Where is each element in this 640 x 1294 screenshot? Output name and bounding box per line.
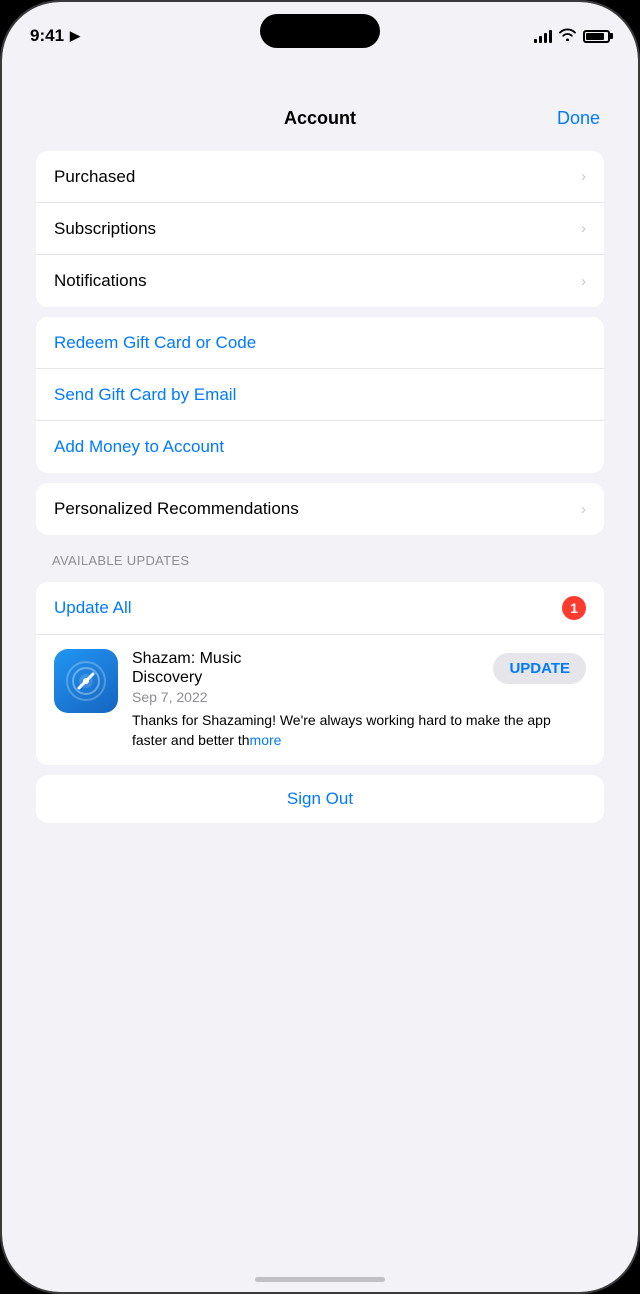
sign-out-button[interactable]: Sign Out: [36, 775, 604, 823]
purchased-label: Purchased: [54, 167, 135, 187]
modal-header: Account Done: [20, 92, 620, 141]
signal-icon: [534, 30, 552, 43]
app-date: Sep 7, 2022: [132, 689, 241, 705]
location-arrow-icon: ▶: [70, 28, 80, 44]
app-info: Shazam: MusicDiscovery Sep 7, 2022 UPDAT…: [132, 649, 586, 751]
app-update-row: Shazam: MusicDiscovery Sep 7, 2022 UPDAT…: [36, 635, 604, 765]
add-money-item[interactable]: Add Money to Account: [36, 421, 604, 473]
update-badge: 1: [562, 596, 586, 620]
subscriptions-item[interactable]: Subscriptions ›: [36, 203, 604, 255]
personalized-recommendations-label: Personalized Recommendations: [54, 499, 299, 519]
chevron-icon: ›: [581, 501, 586, 518]
notifications-label: Notifications: [54, 271, 147, 291]
status-time: 9:41 ▶: [30, 26, 80, 46]
send-gift-card-item[interactable]: Send Gift Card by Email: [36, 369, 604, 421]
wifi-icon: [559, 28, 576, 45]
purchased-item[interactable]: Purchased ›: [36, 151, 604, 203]
add-money-label: Add Money to Account: [54, 437, 224, 457]
done-button[interactable]: Done: [557, 108, 600, 129]
chevron-icon: ›: [581, 168, 586, 185]
modal-content: Purchased › Subscriptions › Notification…: [20, 141, 620, 853]
dynamic-island: [260, 14, 380, 48]
app-name-text: Shazam: MusicDiscovery: [132, 650, 241, 686]
sign-out-section: Sign Out: [36, 775, 604, 823]
personalized-recommendations-item[interactable]: Personalized Recommendations ›: [36, 483, 604, 535]
time-label: 9:41: [30, 26, 64, 46]
subscriptions-label: Subscriptions: [54, 219, 156, 239]
modal-title: Account: [284, 108, 356, 129]
update-all-label: Update All: [54, 598, 132, 618]
gift-card-section: Redeem Gift Card or Code Send Gift Card …: [36, 317, 604, 473]
status-icons: [534, 28, 610, 45]
recommendations-section: Personalized Recommendations ›: [36, 483, 604, 535]
app-description-text: Thanks for Shazaming! We're always worki…: [132, 712, 551, 748]
update-button[interactable]: UPDATE: [493, 653, 586, 684]
update-all-row[interactable]: Update All 1: [36, 582, 604, 635]
updates-section: Update All 1: [36, 582, 604, 765]
chevron-icon: ›: [581, 273, 586, 290]
redeem-gift-card-label: Redeem Gift Card or Code: [54, 333, 256, 353]
home-indicator: [255, 1277, 385, 1282]
send-gift-card-label: Send Gift Card by Email: [54, 385, 236, 405]
notifications-item[interactable]: Notifications ›: [36, 255, 604, 307]
account-modal: Account Done Purchased › Subscriptions ›: [20, 92, 620, 1262]
chevron-icon: ›: [581, 220, 586, 237]
app-icon: [54, 649, 118, 713]
account-section: Purchased › Subscriptions › Notification…: [36, 151, 604, 307]
app-name: Shazam: MusicDiscovery: [132, 649, 241, 687]
redeem-gift-card-item[interactable]: Redeem Gift Card or Code: [36, 317, 604, 369]
battery-icon: [583, 30, 610, 43]
app-description-more[interactable]: more: [250, 732, 282, 748]
app-description: Thanks for Shazaming! We're always worki…: [132, 711, 586, 750]
available-updates-header: AVAILABLE UPDATES: [20, 545, 620, 572]
